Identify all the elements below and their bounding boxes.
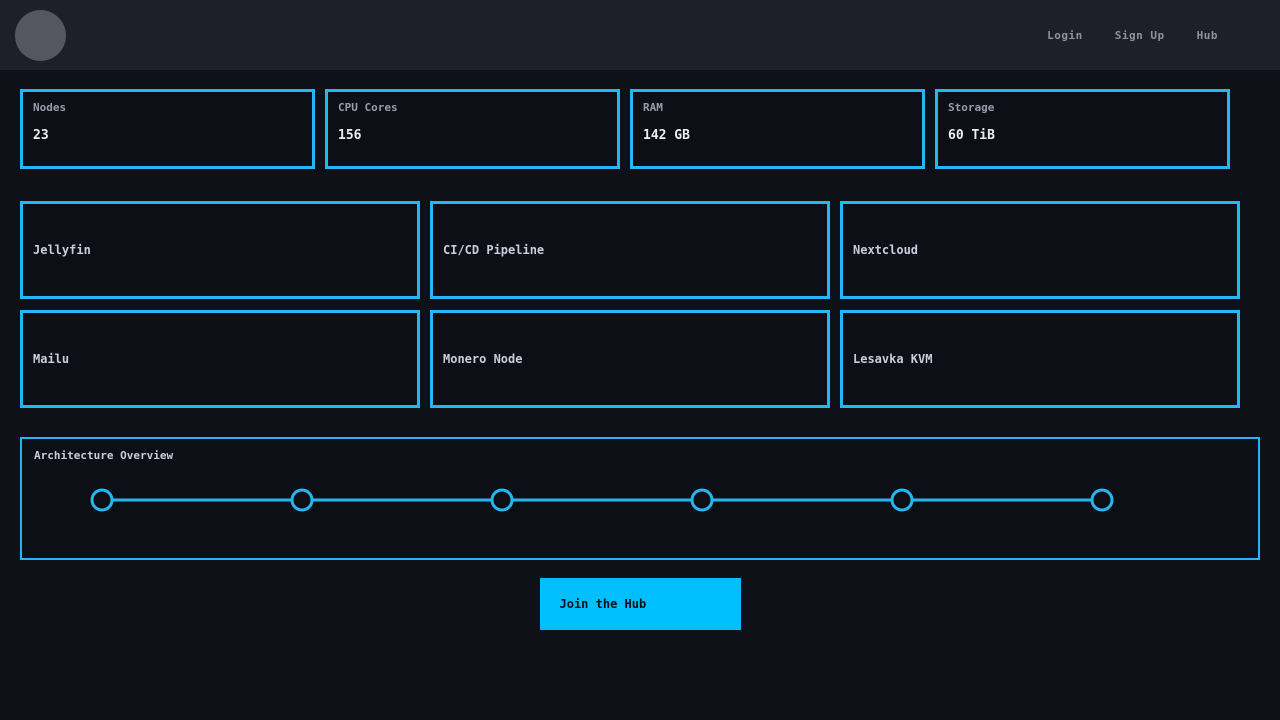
stat-label: CPU Cores (338, 101, 607, 114)
service-card-monero-node[interactable]: Monero Node (430, 310, 830, 408)
service-card-lesavka-kvm[interactable]: Lesavka KVM (840, 310, 1240, 408)
service-name: Lesavka KVM (853, 352, 932, 366)
stat-value: 23 (33, 128, 302, 143)
architecture-node-icon (692, 490, 712, 510)
stat-card-cpu-cores: CPU Cores 156 (325, 89, 620, 169)
navbar: Login Sign Up Hub (0, 0, 1280, 70)
stat-label: RAM (643, 101, 912, 114)
stat-value: 156 (338, 128, 607, 143)
nav-link-hub[interactable]: Hub (1197, 29, 1218, 42)
architecture-node-icon (292, 490, 312, 510)
logo-avatar[interactable] (15, 10, 66, 61)
architecture-node-icon (492, 490, 512, 510)
service-name: Nextcloud (853, 243, 918, 257)
cta-wrap: Join the Hub (20, 560, 1260, 630)
service-card-cicd-pipeline[interactable]: CI/CD Pipeline (430, 201, 830, 299)
architecture-panel: Architecture Overview (20, 437, 1260, 560)
architecture-node-icon (1092, 490, 1112, 510)
service-name: Monero Node (443, 352, 522, 366)
service-card-mailu[interactable]: Mailu (20, 310, 420, 408)
architecture-node-icon (892, 490, 912, 510)
stats-row: Nodes 23 CPU Cores 156 RAM 142 GB Storag… (20, 89, 1230, 169)
architecture-diagram (22, 439, 1258, 558)
services-grid: Jellyfin CI/CD Pipeline Nextcloud Mailu … (20, 201, 1240, 408)
stat-value: 142 GB (643, 128, 912, 143)
nav-links: Login Sign Up Hub (1047, 29, 1218, 42)
stat-card-nodes: Nodes 23 (20, 89, 315, 169)
nav-link-login[interactable]: Login (1047, 29, 1083, 42)
stat-label: Nodes (33, 101, 302, 114)
service-card-jellyfin[interactable]: Jellyfin (20, 201, 420, 299)
architecture-node-icon (92, 490, 112, 510)
nav-link-signup[interactable]: Sign Up (1115, 29, 1165, 42)
stat-card-ram: RAM 142 GB (630, 89, 925, 169)
stat-value: 60 TiB (948, 128, 1217, 143)
service-card-nextcloud[interactable]: Nextcloud (840, 201, 1240, 299)
service-name: CI/CD Pipeline (443, 243, 544, 257)
join-hub-button[interactable]: Join the Hub (540, 578, 741, 630)
main-content: Nodes 23 CPU Cores 156 RAM 142 GB Storag… (0, 89, 1280, 630)
service-name: Mailu (33, 352, 69, 366)
stat-label: Storage (948, 101, 1217, 114)
service-name: Jellyfin (33, 243, 91, 257)
stat-card-storage: Storage 60 TiB (935, 89, 1230, 169)
